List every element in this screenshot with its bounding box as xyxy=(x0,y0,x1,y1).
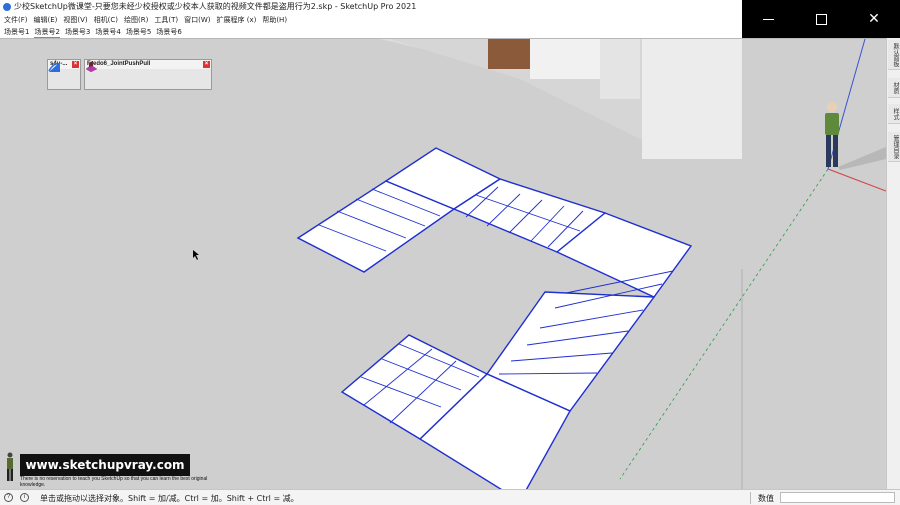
menu-camera[interactable]: 相机(C) xyxy=(94,14,118,26)
backdrop-wall-3 xyxy=(642,39,742,159)
toolbar-s4u-buttons xyxy=(48,62,80,75)
menu-extensions[interactable]: 扩展程序 (x) xyxy=(216,14,256,26)
backdrop-right xyxy=(742,39,886,489)
menu-draw[interactable]: 绘图(R) xyxy=(124,14,148,26)
toolbar-fredo6-title: Fredo6_JointPushPull × xyxy=(85,60,211,69)
credits-icon[interactable]: i xyxy=(20,493,29,502)
scene-tab-6[interactable]: 场景号6 xyxy=(156,26,181,38)
sketchup-app-icon xyxy=(3,3,11,11)
backdrop-wall xyxy=(530,39,600,79)
sketchup-window: 少校SketchUp微课堂-只要您未经少校授权或少校本人获取的视频文件都是盗用行… xyxy=(0,0,900,505)
toolbar-fredo6-buttons xyxy=(85,61,211,75)
viewport-canvas[interactable] xyxy=(0,39,886,489)
window-controls: ✕ xyxy=(742,0,900,38)
status-hint: 单击或拖动以选择对象。Shift = 加/减。Ctrl = 加。Shift + … xyxy=(40,494,299,503)
watermark-url: www.sketchupvray.com xyxy=(20,454,190,476)
menu-window[interactable]: 窗口(W) xyxy=(184,14,210,26)
scene-tab-5[interactable]: 场景号5 xyxy=(126,26,151,38)
model-viewport[interactable]: s4u-... × Fredo6_JointPushPull × xyxy=(0,38,886,489)
minimize-button[interactable] xyxy=(742,0,794,38)
scene-tab-1[interactable]: 场景号1 xyxy=(4,26,29,38)
watermark-figure-icon xyxy=(7,452,13,481)
close-icon: ✕ xyxy=(868,11,880,27)
window-title: 少校SketchUp微课堂-只要您未经少校授权或少校本人获取的视频文件都是盗用行… xyxy=(14,2,417,11)
backdrop-wall-2 xyxy=(600,39,640,99)
scene-tab-2[interactable]: 场景号2 xyxy=(34,26,60,38)
tray-materials[interactable]: 材质 xyxy=(888,78,900,98)
scene-tabs: 场景号1 场景号2 场景号3 场景号4 场景号5 场景号6 xyxy=(0,26,742,38)
toolbar-fredo6: Fredo6_JointPushPull × xyxy=(84,59,212,90)
menu-view[interactable]: 视图(V) xyxy=(63,14,87,26)
backdrop-door xyxy=(488,39,530,69)
scene-tab-4[interactable]: 场景号4 xyxy=(95,26,120,38)
scene-tab-3[interactable]: 场景号3 xyxy=(65,26,90,38)
toolbar-s4u-close-button[interactable]: × xyxy=(72,61,79,68)
tray-styles[interactable]: 样式 xyxy=(888,104,900,124)
menu-file[interactable]: 文件(F) xyxy=(4,14,28,26)
menu-tools[interactable]: 工具(T) xyxy=(154,14,178,26)
minimize-icon xyxy=(762,18,774,20)
watermark-subtitle: There is no reservation to teach you Ske… xyxy=(20,476,208,488)
menu-edit[interactable]: 编辑(E) xyxy=(34,14,58,26)
menu-help[interactable]: 帮助(H) xyxy=(262,14,287,26)
maximize-button[interactable] xyxy=(795,0,847,38)
s4u-ramp-icon[interactable] xyxy=(48,60,61,73)
status-bar: ? i 单击或拖动以选择对象。Shift = 加/减。Ctrl = 加。Shif… xyxy=(0,489,900,505)
maximize-icon xyxy=(815,13,827,25)
toolbar-fredo6-close-button[interactable]: × xyxy=(203,61,210,68)
tray-default-panel[interactable]: 默认面板 xyxy=(888,40,900,70)
close-button[interactable]: ✕ xyxy=(848,0,900,38)
measurements-input[interactable] xyxy=(780,492,895,503)
right-tray: 默认面板 材质 样式 管理目录 xyxy=(886,38,900,489)
toolbar-s4u: s4u-... × xyxy=(47,59,81,90)
status-separator xyxy=(750,492,751,504)
measurements-label: 数值 xyxy=(758,494,774,503)
geo-location-icon[interactable]: ? xyxy=(4,493,13,502)
options-pushpull-icon[interactable] xyxy=(85,60,98,73)
menu-bar: 文件(F) 编辑(E) 视图(V) 相机(C) 绘图(R) 工具(T) 窗口(W… xyxy=(0,14,742,26)
tray-outliner[interactable]: 管理目录 xyxy=(888,132,900,162)
